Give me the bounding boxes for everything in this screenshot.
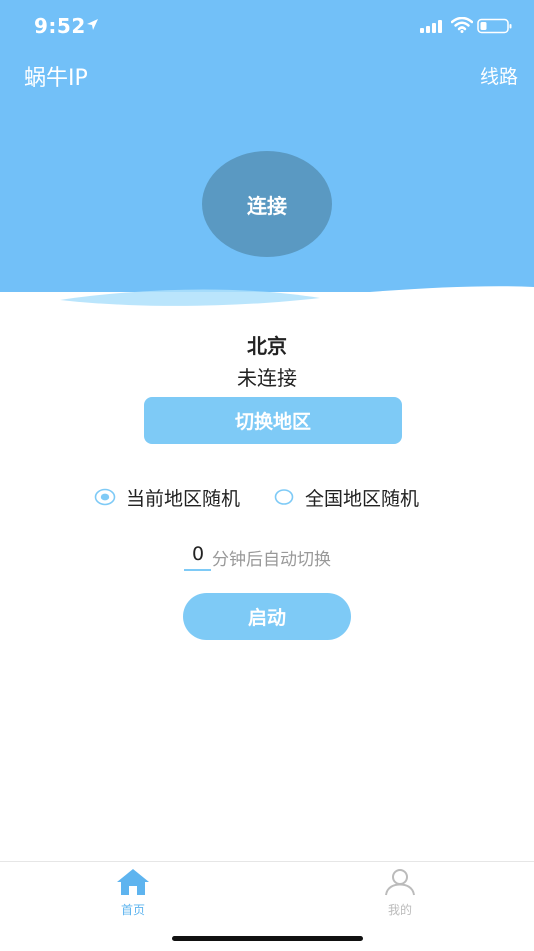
- switch-region-button[interactable]: 切换地区: [144, 397, 402, 444]
- signal-icon: [420, 20, 442, 33]
- switch-region-label: 切换地区: [234, 411, 311, 433]
- tab-home-label: 首页: [120, 903, 145, 917]
- user-icon: [385, 869, 415, 896]
- start-label: 启动: [247, 607, 286, 629]
- connection-status: 未连接: [237, 366, 297, 390]
- connect-button[interactable]: 连接: [202, 151, 332, 257]
- connect-label: 连接: [247, 193, 287, 218]
- app-title: 蜗牛IP: [24, 66, 88, 91]
- radio-label-nationwide[interactable]: 全国地区随机: [305, 484, 419, 511]
- home-icon: [117, 869, 149, 895]
- timer-label: 分钟后自动切换: [212, 550, 331, 570]
- status-time: 9:52: [34, 14, 86, 38]
- location-arrow-icon: [87, 19, 98, 30]
- wifi-icon: [451, 17, 473, 33]
- tab-home[interactable]: 首页: [93, 868, 173, 918]
- tab-mine[interactable]: 我的: [360, 868, 440, 918]
- start-button[interactable]: 启动: [183, 593, 351, 640]
- timer-input-underline: [184, 569, 211, 571]
- home-indicator: [172, 936, 363, 941]
- tab-mine-label: 我的: [387, 903, 412, 917]
- status-bar: 9:52: [0, 0, 534, 50]
- radio-checked-icon[interactable]: [94, 488, 116, 506]
- mode-radio-group: 当前地区随机 全国地区随机: [0, 484, 534, 512]
- radio-label-current-region[interactable]: 当前地区随机: [126, 484, 240, 511]
- timer-minutes-input[interactable]: 0: [185, 543, 211, 565]
- current-city: 北京: [247, 334, 287, 358]
- radio-unchecked-icon[interactable]: [274, 488, 294, 506]
- route-button[interactable]: 线路: [480, 62, 518, 89]
- battery-icon: [477, 18, 512, 34]
